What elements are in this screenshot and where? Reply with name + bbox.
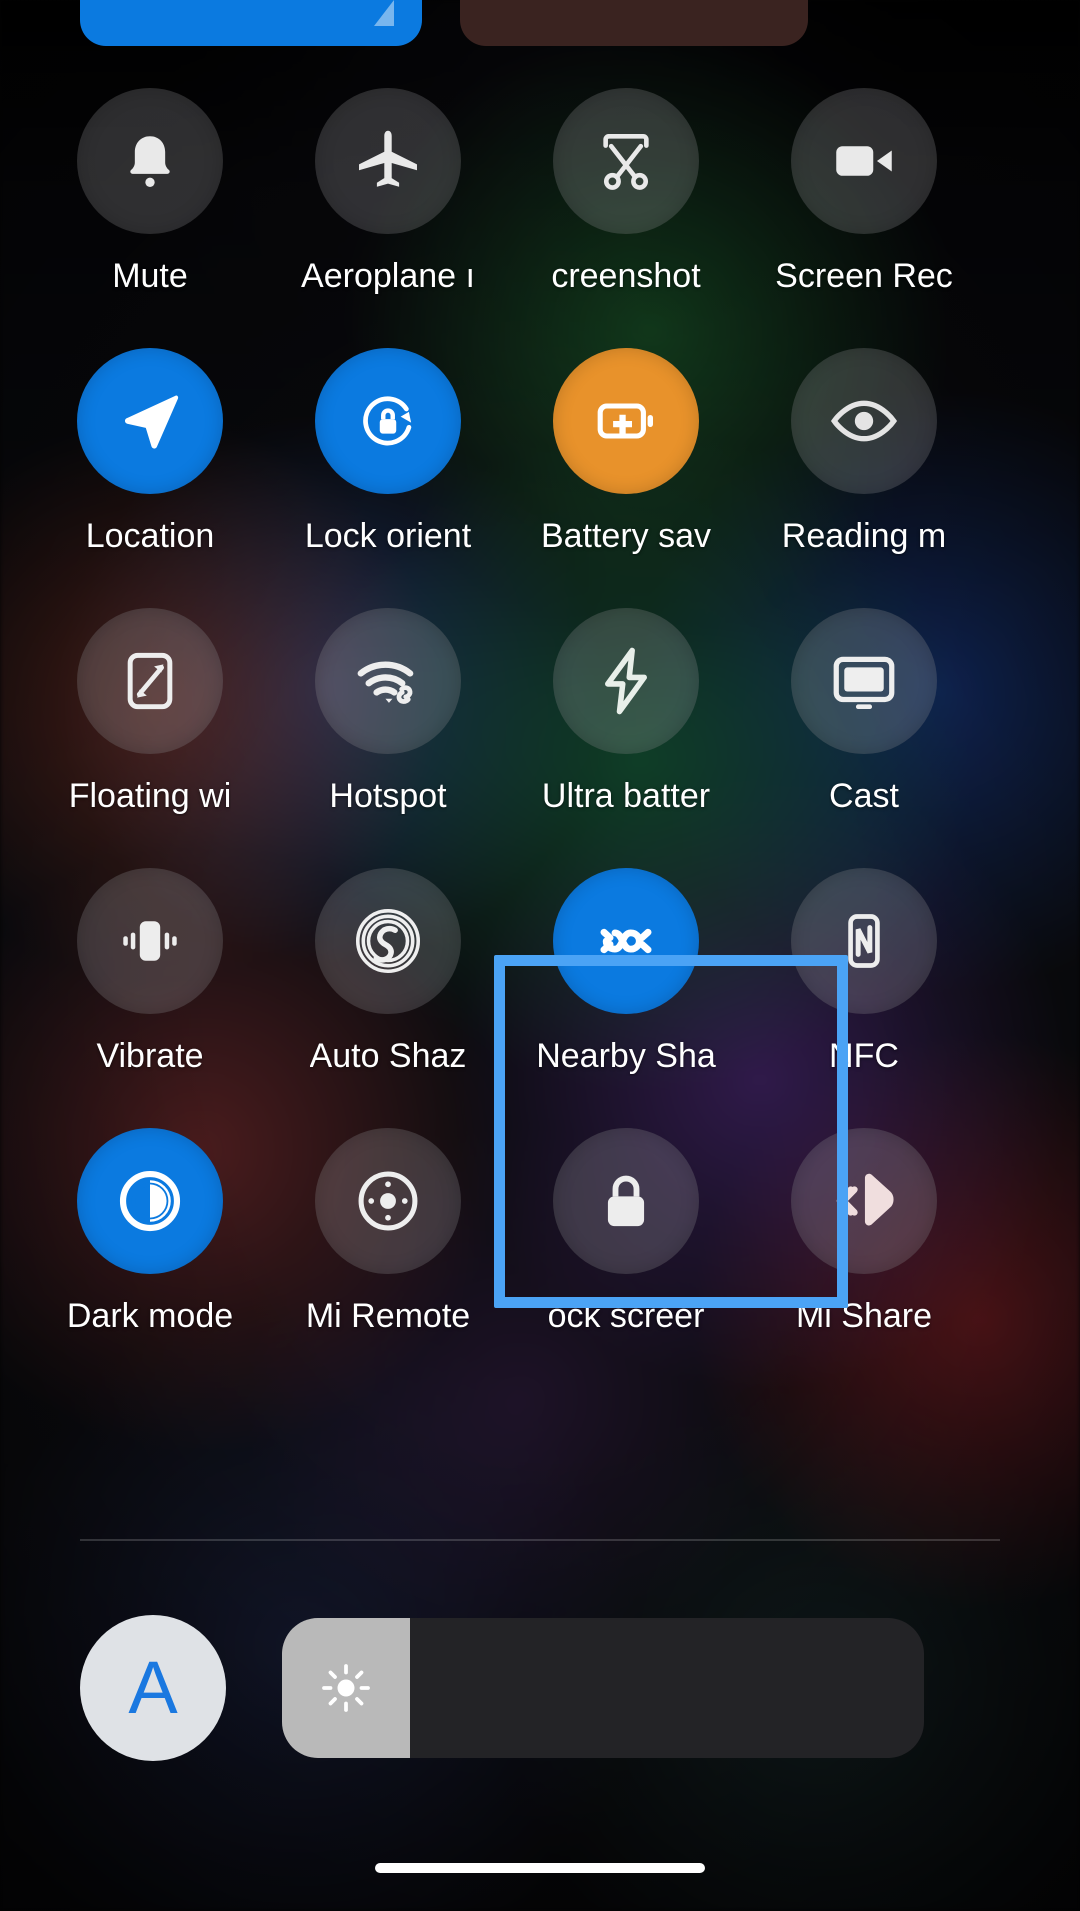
nearby-share-icon [600,928,652,954]
tile-label: Reading m [781,517,947,555]
tile-label: Mi Share [795,1297,933,1335]
home-indicator[interactable] [375,1863,705,1873]
tile-aeroplane-mode[interactable]: Aeroplane ı [269,88,507,296]
tile-reading-mode[interactable]: Reading m [745,348,983,556]
quick-settings-row: Dark mode Mi Remote ock screer Mi Share [0,1128,1080,1336]
tile-mi-remote[interactable]: Mi Remote [269,1128,507,1336]
section-divider [80,1539,1000,1541]
battery-saver-icon [597,403,653,439]
tile-mi-share[interactable]: Mi Share [745,1128,983,1336]
location-arrow-icon [124,395,179,449]
mi-remote-icon [358,1171,418,1231]
tile-icon-circle[interactable] [791,608,937,754]
tile-label: creenshot [551,257,701,295]
tile-label: NFC [829,1037,899,1075]
cast-monitor-icon [833,656,895,710]
tile-icon-circle[interactable] [791,88,937,234]
tile-icon-circle[interactable] [77,868,223,1014]
tile-label: Location [85,517,215,555]
quick-settings-row: Floating wi Hotspot Ultra batter Cast [0,608,1080,816]
tile-icon-circle[interactable] [77,348,223,494]
tile-auto-shazam[interactable]: Auto Shaz [269,868,507,1076]
screen-record-icon [836,146,892,176]
tile-icon-circle[interactable] [553,868,699,1014]
chevron-corner-icon [374,0,394,26]
tile-label: Lock orient [304,517,472,555]
tile-label: Auto Shaz [309,1037,467,1075]
tile-icon-circle[interactable] [553,1128,699,1274]
tile-icon-circle[interactable] [791,868,937,1014]
tile-icon-circle[interactable] [77,608,223,754]
tile-label: Mute [112,257,188,295]
tile-cast[interactable]: Cast [745,608,983,816]
lightning-bolt-icon [605,647,647,715]
tile-icon-circle[interactable] [553,608,699,754]
lock-rotation-icon [363,396,412,446]
tile-label: ock screer [547,1297,705,1335]
hotspot-icon [357,661,414,704]
floating-window-icon [127,652,173,710]
bell-icon [130,136,170,187]
tile-mute[interactable]: Mute [31,88,269,296]
tile-nfc[interactable]: NFC [745,868,983,1076]
vibrate-icon [123,921,177,961]
eye-icon [830,400,898,442]
brightness-slider[interactable] [282,1618,924,1758]
tile-label: Hotspot [329,777,447,815]
tile-icon-circle[interactable] [77,1128,223,1274]
tile-label: Cast [829,777,899,815]
tile-ultra-battery-saver[interactable]: Ultra batter [507,608,745,816]
tile-icon-circle[interactable] [553,348,699,494]
quick-settings-grid: Mute Aeroplane ı creenshot Screen Rec Lo… [0,88,1080,1388]
mi-share-icon [836,1173,894,1226]
quick-settings-row: Location Lock orient Battery sav Reading… [0,348,1080,556]
brightness-sun-icon [322,1664,371,1712]
nfc-icon [848,914,880,968]
tile-label: Battery sav [540,517,712,555]
tile-icon-circle[interactable] [553,88,699,234]
auto-brightness-label: A [128,1646,178,1729]
quick-settings-row: Mute Aeroplane ı creenshot Screen Rec [0,88,1080,296]
quick-settings-row: Vibrate Auto Shaz Nearby Sha NFC [0,868,1080,1076]
tile-icon-circle[interactable] [315,348,461,494]
tile-location[interactable]: Location [31,348,269,556]
tile-label: Ultra batter [541,777,711,815]
tile-label: Vibrate [96,1037,204,1075]
tile-lock-screen[interactable]: ock screer [507,1128,745,1336]
tile-lock-orientation[interactable]: Lock orient [269,348,507,556]
tile-label: Floating wi [68,777,232,815]
tile-label: Aeroplane ı [301,257,475,295]
tile-vibrate[interactable]: Vibrate [31,868,269,1076]
lock-screen-icon [607,1175,645,1227]
tile-icon-circle[interactable] [791,1128,937,1274]
tile-label: Mi Remote [305,1297,471,1335]
dark-mode-icon [119,1170,181,1232]
bluetooth-tile[interactable] [460,0,808,46]
tile-icon-circle[interactable] [315,868,461,1014]
screenshot-scissors-icon [603,134,649,190]
tile-screenshot[interactable]: creenshot [507,88,745,296]
tile-icon-circle[interactable] [791,348,937,494]
wifi-tile[interactable] [80,0,422,46]
tile-screen-recorder[interactable]: Screen Rec [745,88,983,296]
tile-hotspot[interactable]: Hotspot [269,608,507,816]
tile-floating-windows[interactable]: Floating wi [31,608,269,816]
tile-icon-circle[interactable] [77,88,223,234]
tile-label: Nearby Sha [536,1037,716,1075]
tile-dark-mode[interactable]: Dark mode [31,1128,269,1336]
airplane-icon [359,130,417,187]
tile-icon-circle[interactable] [315,608,461,754]
tile-icon-circle[interactable] [315,88,461,234]
brightness-row: A [0,1588,1080,1788]
tile-nearby-share[interactable]: Nearby Sha [507,868,745,1076]
auto-brightness-button[interactable]: A [80,1615,226,1761]
tile-label: Screen Rec [775,257,953,295]
brightness-slider-fill [282,1618,411,1758]
tile-icon-circle[interactable] [315,1128,461,1274]
shazam-icon [355,908,421,974]
tile-battery-saver[interactable]: Battery sav [507,348,745,556]
top-partial-tiles [0,0,1080,46]
tile-label: Dark mode [66,1297,234,1335]
